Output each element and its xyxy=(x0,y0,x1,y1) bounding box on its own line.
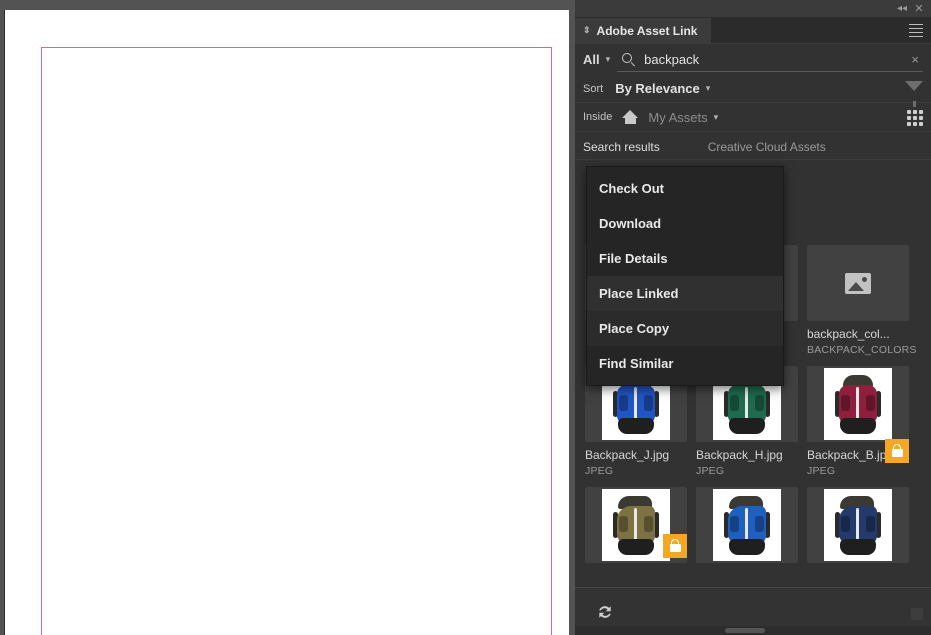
breadcrumb: Inside My Assets ▾ xyxy=(575,103,931,132)
chevron-down-icon[interactable]: ▾ xyxy=(714,112,719,123)
sort-value-dropdown[interactable]: By Relevance xyxy=(615,81,700,96)
asset-tile[interactable] xyxy=(585,487,687,572)
asset-thumbnail[interactable] xyxy=(696,487,798,563)
app-topbar xyxy=(0,0,575,9)
menu-item-place-copy[interactable]: Place Copy xyxy=(587,311,783,346)
breadcrumb-my-assets[interactable]: My Assets xyxy=(648,110,707,125)
menu-item-find-similar[interactable]: Find Similar xyxy=(587,346,783,381)
hamburger-menu-icon[interactable] xyxy=(909,24,923,37)
document-canvas-area[interactable] xyxy=(0,0,575,635)
chevron-down-icon[interactable]: ▾ xyxy=(606,54,611,65)
menu-item-check-out[interactable]: Check Out xyxy=(587,171,783,206)
close-icon[interactable]: ✕ xyxy=(912,2,926,16)
asset-name: backpack_col... xyxy=(807,327,890,341)
tab-adobe-asset-link[interactable]: ⇕ Adobe Asset Link xyxy=(575,18,712,43)
menu-item-download[interactable]: Download xyxy=(587,206,783,241)
sort-label: Sort xyxy=(583,82,604,95)
document-page[interactable] xyxy=(4,10,569,635)
results-tab-0[interactable]: Search results xyxy=(583,140,668,159)
search-input[interactable] xyxy=(644,52,908,67)
grid-view-icon[interactable] xyxy=(907,110,923,126)
chevron-down-icon[interactable]: ▾ xyxy=(706,83,711,94)
search-scope-label[interactable]: All xyxy=(583,52,600,67)
asset-tile[interactable] xyxy=(807,487,909,572)
asset-name: Backpack_J.jpg xyxy=(585,448,670,462)
thumbnail-image xyxy=(713,489,781,561)
inside-label: Inside xyxy=(583,111,613,123)
refresh-icon[interactable] xyxy=(596,603,614,621)
collapse-panel-icon[interactable]: ◂◂ xyxy=(895,2,909,16)
thumbnail-image xyxy=(824,489,892,561)
search-underline xyxy=(617,71,923,72)
lock-badge-icon xyxy=(663,534,687,558)
resize-grip[interactable] xyxy=(911,608,923,620)
panel-title: Adobe Asset Link xyxy=(596,23,698,38)
panel-bottom-bar xyxy=(575,587,931,635)
asset-meta: JPEG xyxy=(585,465,614,477)
asset-thumbnail[interactable] xyxy=(807,245,909,321)
tab-drag-handle-icon: ⇕ xyxy=(583,25,591,35)
thumbnail-image xyxy=(824,368,892,440)
results-tab-strip: Search results Creative Cloud Assets xyxy=(575,132,931,160)
clear-search-icon[interactable]: × xyxy=(907,52,923,67)
menu-item-file-details[interactable]: File Details xyxy=(587,241,783,276)
horizontal-scrollbar[interactable] xyxy=(575,626,931,635)
panel-titlebar: ◂◂ ✕ xyxy=(575,0,931,18)
results-tab-1[interactable]: Creative Cloud Assets xyxy=(708,140,834,159)
context-menu[interactable]: Check Out Download File Details Place Linke… xyxy=(586,166,784,386)
thumbnail-image xyxy=(602,489,670,561)
asset-tile[interactable]: Backpack_B.jpg JPEG xyxy=(807,366,909,477)
asset-meta: JPEG xyxy=(696,465,725,477)
asset-tile[interactable] xyxy=(696,487,798,572)
filter-funnel-icon[interactable] xyxy=(905,81,923,107)
panel-tab-strip: ⇕ Adobe Asset Link xyxy=(575,18,931,43)
sort-row: Sort By Relevance ▾ xyxy=(575,75,931,107)
menu-item-place-linked[interactable]: Place Linked xyxy=(587,276,783,311)
home-icon[interactable] xyxy=(622,110,639,124)
image-placeholder-icon xyxy=(845,272,871,294)
asset-thumbnail[interactable] xyxy=(807,487,909,563)
asset-name: Backpack_H.jpg xyxy=(696,448,783,462)
search-icon xyxy=(622,52,636,67)
asset-meta: BACKPACK_COLORS xyxy=(807,344,917,356)
asset-thumbnail[interactable] xyxy=(807,366,909,442)
asset-meta: JPEG xyxy=(807,465,836,477)
lock-badge-icon xyxy=(885,439,909,463)
scrollbar-thumb[interactable] xyxy=(725,628,765,633)
adobe-asset-link-panel: ◂◂ ✕ ⇕ Adobe Asset Link All ▾ × Sort xyxy=(575,0,931,635)
search-row: All ▾ × xyxy=(575,43,931,75)
asset-tile[interactable]: backpack_col... BACKPACK_COLORS xyxy=(807,245,917,356)
document-guide-rectangle xyxy=(41,47,552,635)
screen: ◂◂ ✕ ⇕ Adobe Asset Link All ▾ × Sort xyxy=(0,0,931,635)
